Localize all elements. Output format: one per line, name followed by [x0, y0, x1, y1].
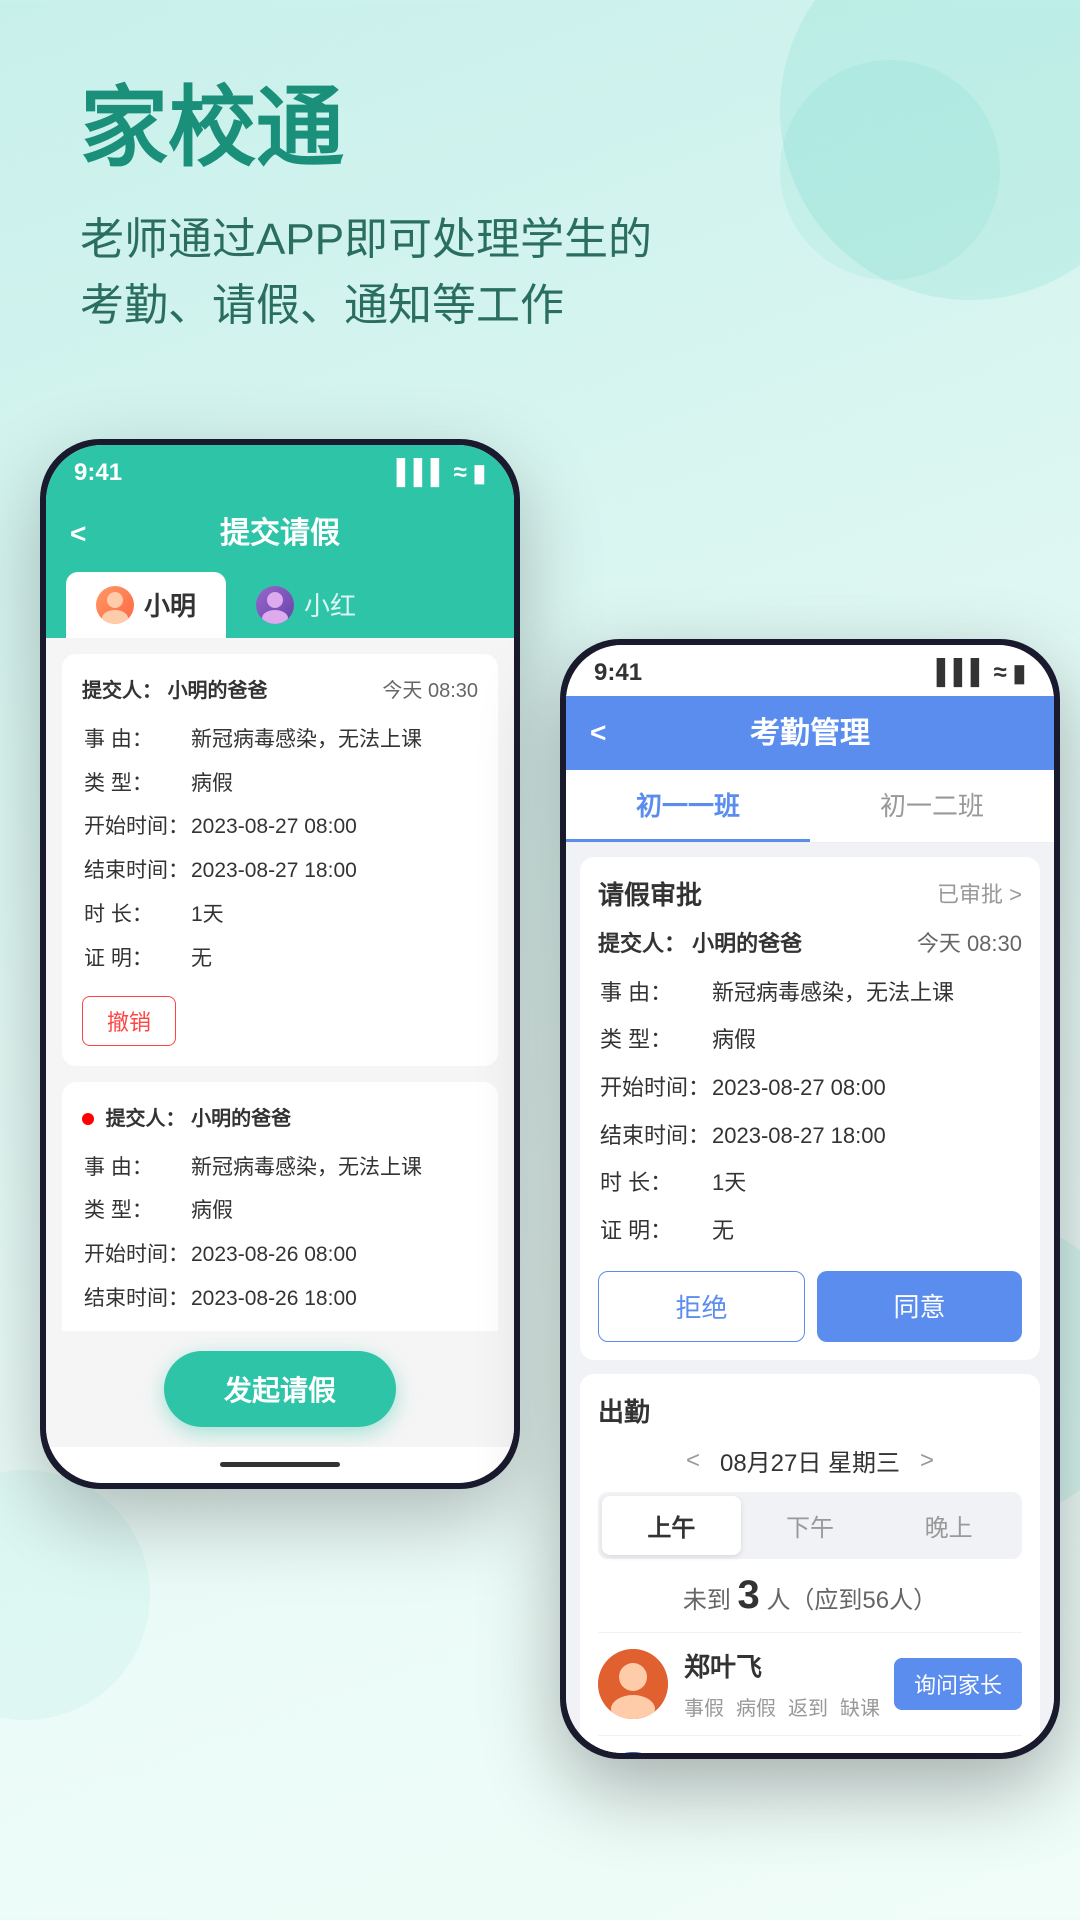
date-navigation: < 08月27日 星期三 > [598, 1443, 1022, 1478]
attendance-card: 出勤 < 08月27日 星期三 > 上午 下午 晚上 [580, 1374, 1040, 1752]
phone2-page-title: 考勤管理 [750, 717, 870, 750]
absent-count-display: 未到 3 人（应到56人） [598, 1573, 1022, 1618]
tab1-label: 小明 [144, 586, 196, 623]
phone2-time: 9:41 [594, 659, 642, 687]
battery-icon: ▮ [473, 459, 486, 488]
battery-icon2: ▮ [1013, 659, 1026, 688]
student2-name: 吴昊 [684, 1750, 1022, 1752]
home-indicator [220, 1462, 340, 1467]
student-row-1: 郑叶飞 事假 病假 返到 缺课 询问家长 [598, 1632, 1022, 1735]
approval-card: 请假审批 已审批 > 提交人： 小明的爸爸 今天 08:30 事 由： [580, 857, 1040, 1361]
cancel-button[interactable]: 撤销 [82, 996, 176, 1046]
reject-button[interactable]: 拒绝 [598, 1271, 805, 1342]
phone1-bottom: 发起请假 [46, 1331, 514, 1447]
student-row-2: 吴昊 事假 [598, 1735, 1022, 1752]
card2-submitter: 提交人： 小明的爸爸 [82, 1102, 291, 1131]
student1-name: 郑叶飞 [684, 1647, 894, 1684]
phone1-tab-xiaohong[interactable]: 小红 [226, 572, 386, 638]
phone2-class-tabs: 初一一班 初一二班 [566, 770, 1054, 843]
phone1-status-bar: 9:41 ▌▌▌ ≈ ▮ [46, 445, 514, 496]
app-title: 家校通 [80, 80, 1000, 177]
phone1-time: 9:41 [74, 459, 122, 487]
phone2-back-button[interactable]: < [590, 717, 606, 749]
wifi-icon2: ≈ [994, 659, 1007, 687]
afternoon-tab[interactable]: 下午 [741, 1496, 880, 1555]
card2-leave-info: 事 由： 新冠病毒感染，无法上课 类 型： 病假 开始时间： 2023-08-2… [82, 1145, 424, 1331]
morning-tab[interactable]: 上午 [602, 1496, 741, 1555]
phone1-header: < 提交请假 [46, 496, 514, 572]
signal-icon: ▌▌▌ [397, 459, 448, 487]
phone-submit-leave: 9:41 ▌▌▌ ≈ ▮ < 提交请假 [40, 439, 520, 1489]
signal-icon2: ▌▌▌ [937, 659, 988, 687]
student2-info: 吴昊 事假 [684, 1750, 1022, 1752]
xiaohong-avatar [256, 586, 294, 624]
leave-card-2: 提交人： 小明的爸爸 事 由： 新冠病毒感染，无法上课 类 型： 病假 [62, 1082, 498, 1331]
phone1-tabs: 小明 小红 [46, 572, 514, 638]
evening-tab[interactable]: 晚上 [879, 1496, 1018, 1555]
card1-time: 今天 08:30 [382, 674, 478, 703]
phone1-tab-xiaoming[interactable]: 小明 [66, 572, 226, 638]
xiaoming-avatar [96, 586, 134, 624]
phone2-tab-class1[interactable]: 初一一班 [566, 770, 810, 842]
student1-tag3: 返到 [788, 1692, 828, 1721]
phone2-signal: ▌▌▌ ≈ ▮ [937, 659, 1026, 688]
wifi-icon: ≈ [454, 459, 467, 487]
approval-actions: 拒绝 同意 [598, 1271, 1022, 1342]
next-date-button[interactable]: > [920, 1447, 934, 1475]
approval-title: 请假审批 [598, 875, 702, 912]
card1-submitter: 提交人： 小明的爸爸 [82, 674, 268, 703]
student1-tag2: 病假 [736, 1692, 776, 1721]
phone1-home-bar [46, 1447, 514, 1483]
student1-tag1: 事假 [684, 1692, 724, 1721]
approval-leave-info: 事 由： 新冠病毒感染，无法上课 类 型： 病假 开始时间： 2023-08-2… [598, 968, 956, 1256]
phone1-signal: ▌▌▌ ≈ ▮ [397, 459, 486, 488]
time-period-tabs: 上午 下午 晚上 [598, 1492, 1022, 1559]
approval-time: 今天 08:30 [917, 926, 1022, 958]
current-date: 08月27日 星期三 [720, 1443, 900, 1478]
phone1-page-title: 提交请假 [220, 517, 340, 550]
phone1-back-button[interactable]: < [70, 518, 86, 550]
phone2-content: 请假审批 已审批 > 提交人： 小明的爸爸 今天 08:30 事 由： [566, 843, 1054, 1753]
attendance-title: 出勤 [598, 1392, 1022, 1429]
leave-card-1: 提交人： 小明的爸爸 今天 08:30 事 由： 新冠病毒感染，无法上课 类 型… [62, 654, 498, 1066]
approve-button[interactable]: 同意 [817, 1271, 1022, 1342]
student1-avatar [598, 1649, 668, 1719]
phone2-status-bar: 9:41 ▌▌▌ ≈ ▮ [566, 645, 1054, 696]
phone1-content: 提交人： 小明的爸爸 今天 08:30 事 由： 新冠病毒感染，无法上课 类 型… [46, 638, 514, 1331]
student1-tag4: 缺课 [840, 1692, 880, 1721]
rejected-dot [82, 1113, 94, 1125]
submit-leave-button[interactable]: 发起请假 [164, 1351, 396, 1427]
student1-tags: 事假 病假 返到 缺课 [684, 1692, 894, 1721]
phone2-tab-class2[interactable]: 初一二班 [810, 770, 1054, 842]
student1-info: 郑叶飞 事假 病假 返到 缺课 [684, 1647, 894, 1721]
phone-attendance: 9:41 ▌▌▌ ≈ ▮ < 考勤管理 初一一班 初一二班 [560, 639, 1060, 1759]
phone2-header: < 考勤管理 [566, 696, 1054, 770]
contact-parent-button-1[interactable]: 询问家长 [894, 1658, 1022, 1710]
approved-link[interactable]: 已审批 > [937, 877, 1022, 909]
tab2-label: 小红 [304, 586, 356, 623]
prev-date-button[interactable]: < [686, 1447, 700, 1475]
app-subtitle: 老师通过APP即可处理学生的 考勤、请假、通知等工作 [80, 207, 1000, 339]
approval-submitter-name: 提交人： 小明的爸爸 [598, 926, 802, 958]
card1-leave-info: 事 由： 新冠病毒感染，无法上课 类 型： 病假 开始时间： 2023-08-2… [82, 717, 424, 982]
